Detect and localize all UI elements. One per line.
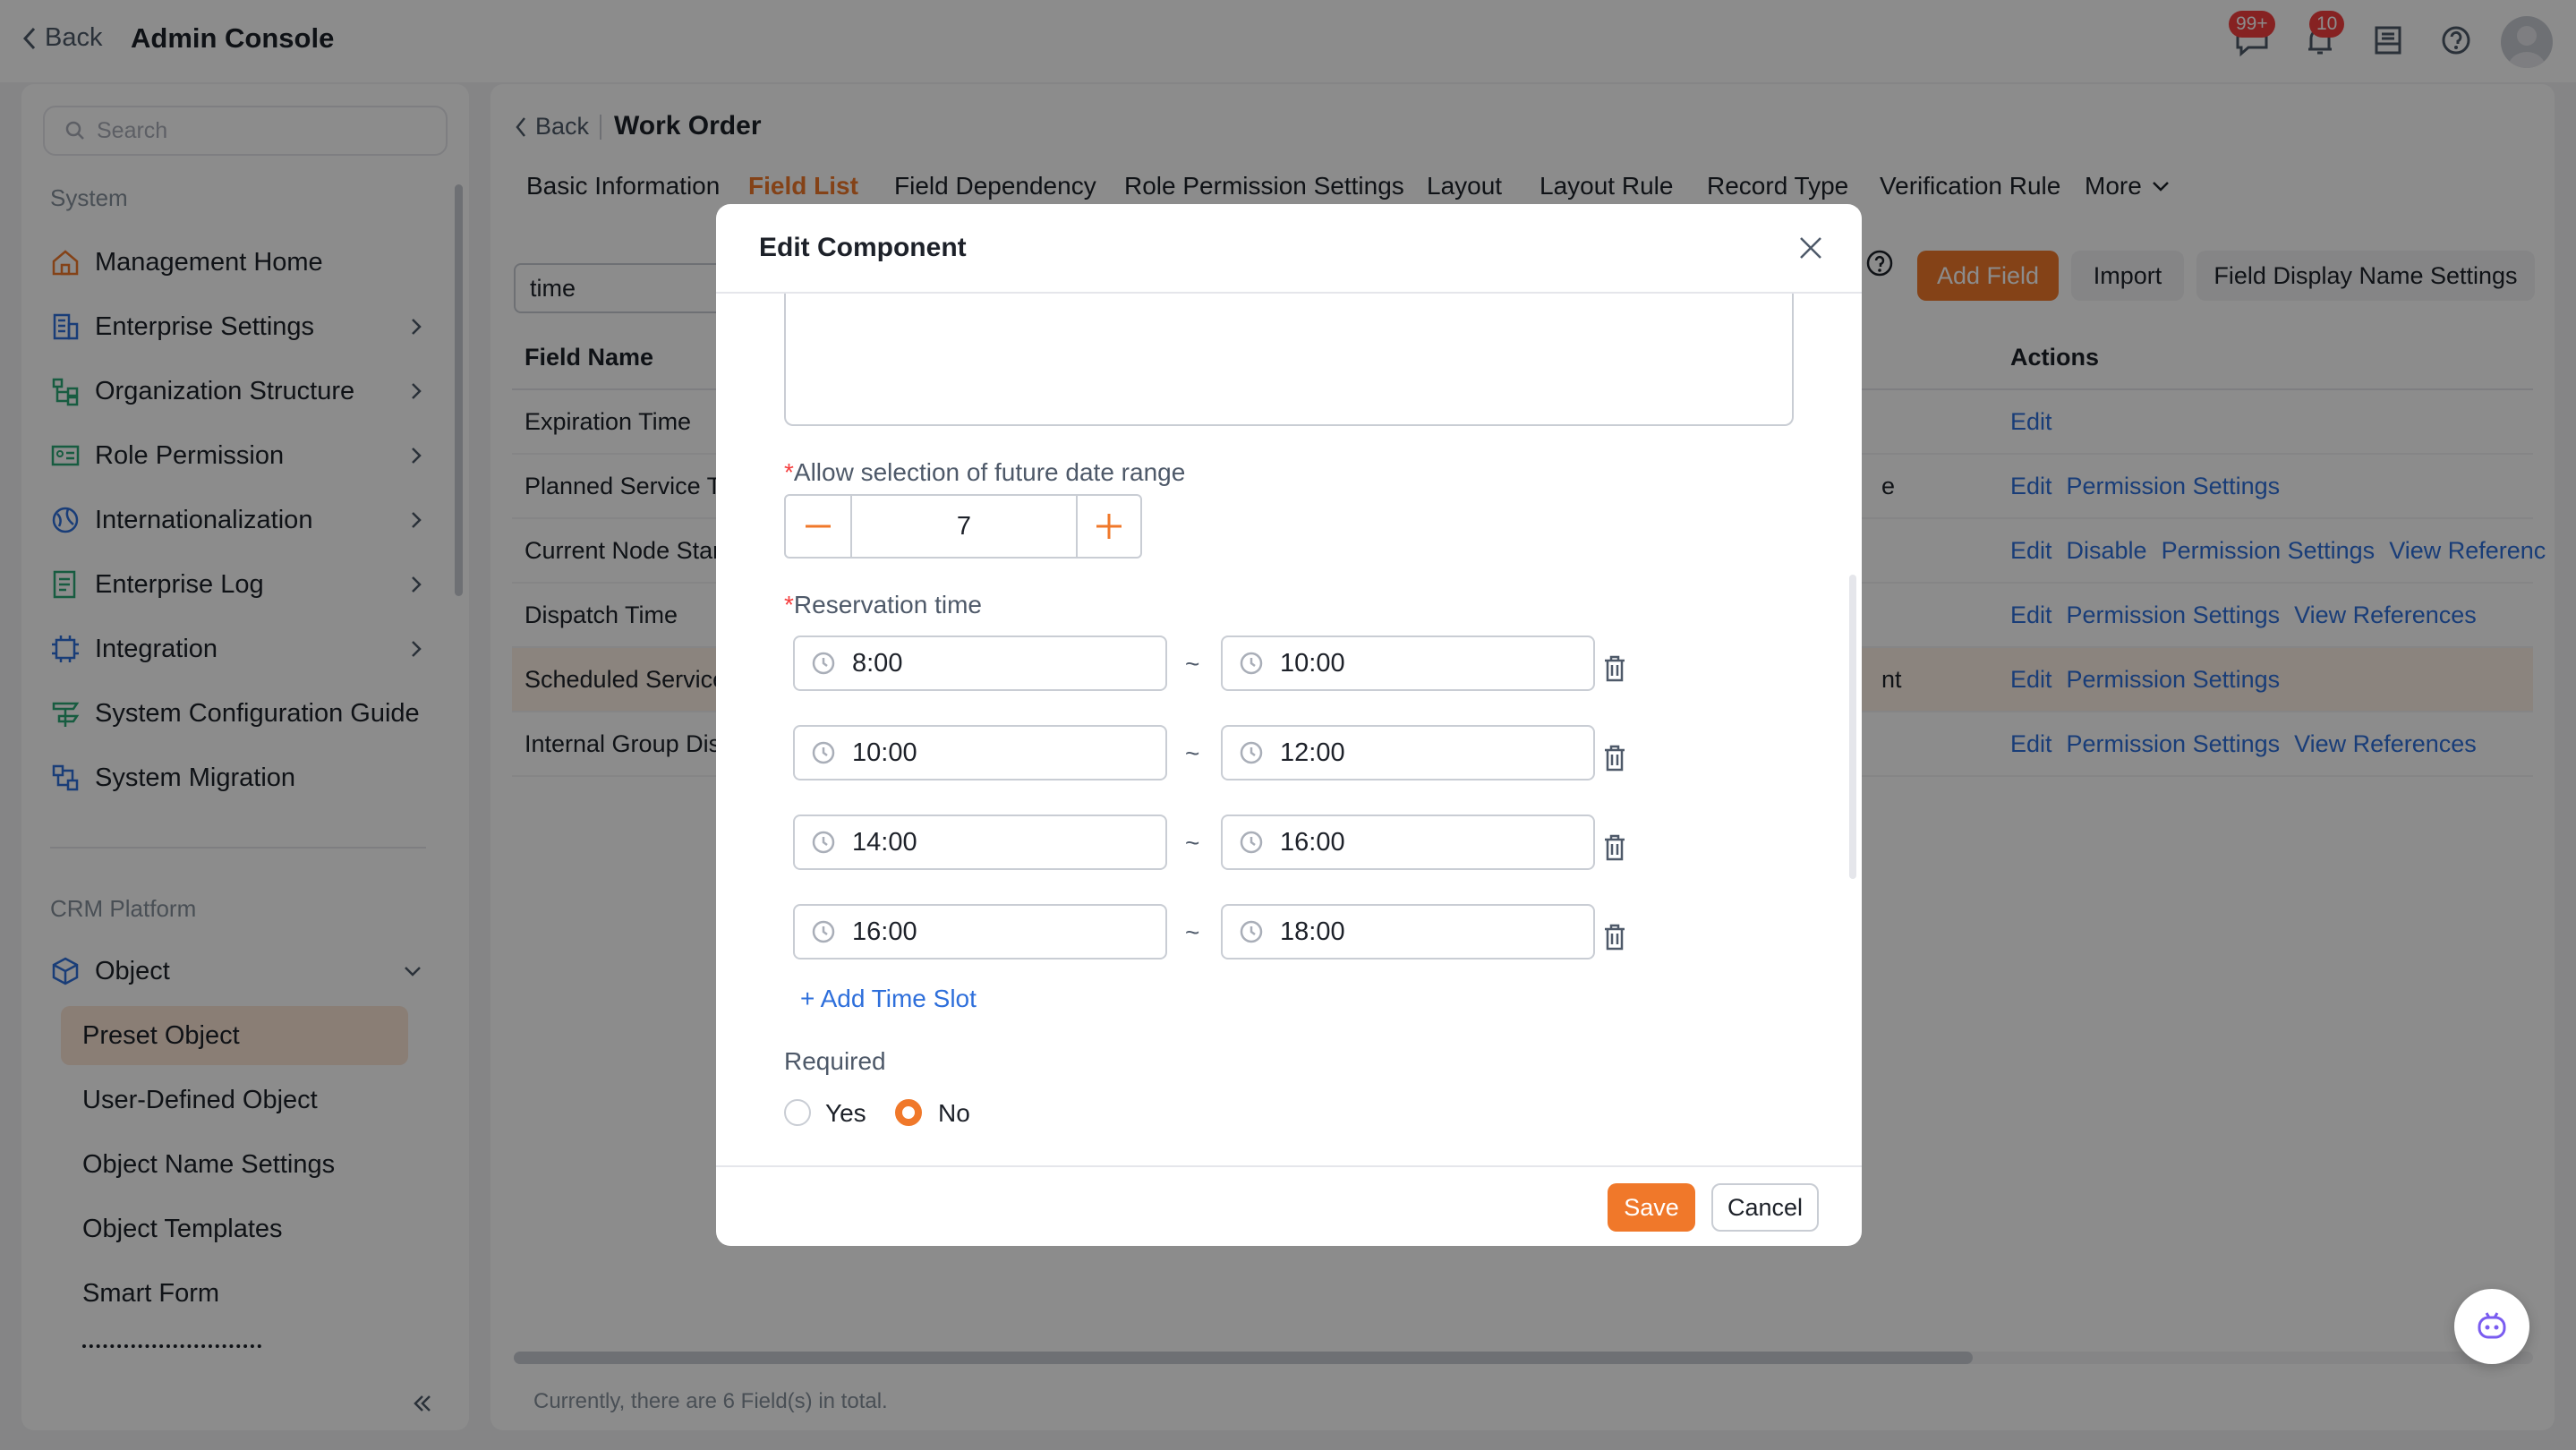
no-label: No: [938, 1099, 970, 1127]
reservation-time-label: *Reservation time: [784, 591, 982, 618]
description-textarea[interactable]: [784, 294, 1794, 426]
clock-icon: [812, 831, 835, 854]
slot-end-input[interactable]: 18:00: [1221, 904, 1595, 960]
add-time-slot-button[interactable]: + Add Time Slot: [800, 985, 977, 1013]
trash-icon[interactable]: [1602, 655, 1627, 682]
decrement-button[interactable]: [786, 496, 852, 557]
dialog-title: Edit Component: [759, 233, 967, 262]
yes-label: Yes: [825, 1099, 866, 1127]
required-label: Required: [784, 1047, 886, 1075]
required-yes-radio[interactable]: [784, 1099, 811, 1126]
slot-end-value: 12:00: [1280, 738, 1345, 767]
slot-end-value: 16:00: [1280, 827, 1345, 857]
clock-icon: [1240, 652, 1263, 675]
range-separator: ~: [1185, 739, 1200, 767]
save-button[interactable]: Save: [1608, 1183, 1695, 1232]
clock-icon: [1240, 920, 1263, 943]
slot-start-value: 16:00: [852, 917, 917, 946]
stepper-value: 7: [956, 511, 972, 541]
clock-icon: [812, 920, 835, 943]
slot-start-value: 10:00: [852, 738, 917, 767]
slot-start-value: 14:00: [852, 827, 917, 857]
trash-icon[interactable]: [1602, 924, 1627, 951]
dialog-scrollbar[interactable]: [1849, 575, 1856, 879]
clock-icon: [812, 652, 835, 675]
robot-icon: [2478, 1312, 2506, 1339]
range-separator: ~: [1185, 918, 1200, 946]
slot-end-value: 18:00: [1280, 917, 1345, 946]
minus-icon: [806, 525, 831, 528]
slot-end-input[interactable]: 16:00: [1221, 815, 1595, 870]
clock-icon: [812, 741, 835, 764]
range-separator: ~: [1185, 650, 1200, 678]
future-range-stepper[interactable]: 7: [784, 494, 1142, 559]
trash-icon[interactable]: [1602, 834, 1627, 861]
required-no-radio[interactable]: [895, 1099, 922, 1126]
slot-end-value: 10:00: [1280, 648, 1345, 678]
cancel-button[interactable]: Cancel: [1711, 1183, 1819, 1232]
slot-start-input[interactable]: 16:00: [793, 904, 1167, 960]
assistant-button[interactable]: [2454, 1289, 2529, 1364]
future-range-label: *Allow selection of future date range: [784, 458, 1186, 486]
slot-start-input[interactable]: 8:00: [793, 635, 1167, 691]
range-separator: ~: [1185, 829, 1200, 857]
increment-button[interactable]: [1076, 496, 1140, 557]
close-icon[interactable]: [1797, 235, 1824, 261]
trash-icon[interactable]: [1602, 745, 1627, 772]
slot-end-input[interactable]: 10:00: [1221, 635, 1595, 691]
dialog-header: Edit Component: [716, 204, 1862, 294]
clock-icon: [1240, 831, 1263, 854]
edit-component-dialog: Edit Component *Allow selection of futur…: [716, 204, 1862, 1246]
slot-start-input[interactable]: 14:00: [793, 815, 1167, 870]
slot-end-input[interactable]: 12:00: [1221, 725, 1595, 780]
slot-start-value: 8:00: [852, 648, 903, 678]
clock-icon: [1240, 741, 1263, 764]
slot-start-input[interactable]: 10:00: [793, 725, 1167, 780]
plus-icon: [1096, 514, 1122, 539]
dialog-footer: Save Cancel: [716, 1165, 1862, 1246]
